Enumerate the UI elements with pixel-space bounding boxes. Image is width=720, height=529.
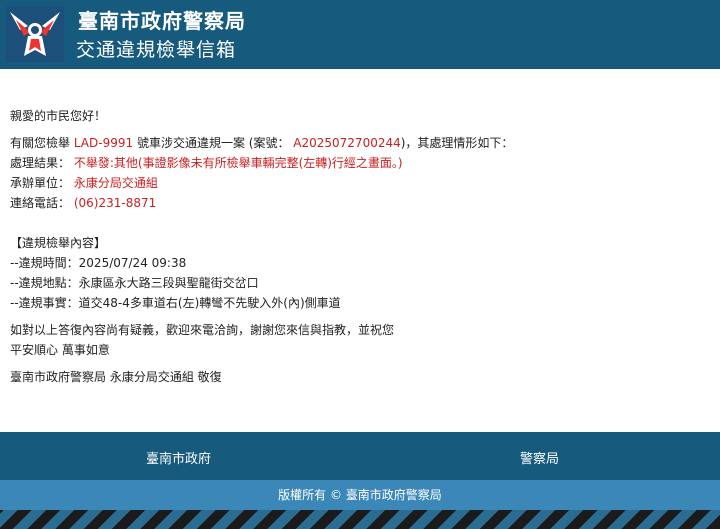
phone-line: 連絡電話： (06)231-8871 <box>10 196 157 210</box>
decorative-stripes <box>0 510 720 529</box>
case-summary-line: 有關您檢舉 LAD-9991 號車涉交通違規一案 (案號： A202507270… <box>10 136 514 150</box>
closing-line-1: 如對以上答復內容尚有疑義，歡迎來電洽詢，謝謝您來信與指教，並祝您 <box>10 323 395 337</box>
case-number: A2025072700244 <box>293 136 401 150</box>
unit-value: 永康分局交通組 <box>73 176 158 190</box>
site-header: 臺南市政府警察局 交通違規檢舉信箱 <box>0 0 720 69</box>
section-title: 【違規檢舉內容】 <box>10 236 107 250</box>
signature: 臺南市政府警察局 永康分局交通組 敬復 <box>10 370 222 384</box>
greeting: 親愛的市民您好！ <box>10 109 107 123</box>
closing-line-2: 平安順心 萬事如意 <box>10 343 110 357</box>
violation-fact: --違規事實：道交48-4多車道右(左)轉彎不先駛入外(內)側車道 <box>10 296 341 310</box>
agency-name: 臺南市政府警察局 <box>78 9 246 33</box>
phone-value: (06)231-8871 <box>73 196 157 210</box>
violation-place: --違規地點：永康區永大路三段與聖龍街交岔口 <box>10 276 259 290</box>
violation-time: --違規時間：2025/07/24 09:38 <box>10 256 187 270</box>
footer-link-police-bureau[interactable]: 警察局 <box>520 448 559 467</box>
result-value: 不舉發:其他(事證影像未有所檢舉車輛完整(左轉)行經之畫面。) <box>73 156 403 170</box>
result-line: 處理結果： 不舉發:其他(事證影像未有所檢舉車輛完整(左轉)行經之畫面。) <box>10 156 403 170</box>
police-emblem-logo <box>6 6 64 62</box>
footer-nav: 臺南市政府 警察局 <box>0 432 720 480</box>
plate-number: LAD-9991 <box>73 136 134 150</box>
unit-line: 承辦單位： 永康分局交通組 <box>10 176 158 190</box>
copyright-bar: 版權所有 © 臺南市政府警察局 <box>0 480 720 510</box>
mailbox-title: 交通違規檢舉信箱 <box>76 39 237 61</box>
reply-letter: 親愛的市民您好！ 有關您檢舉 LAD-9991 號車涉交通違規一案 (案號： A… <box>10 106 710 387</box>
footer-link-city-government[interactable]: 臺南市政府 <box>146 448 211 467</box>
